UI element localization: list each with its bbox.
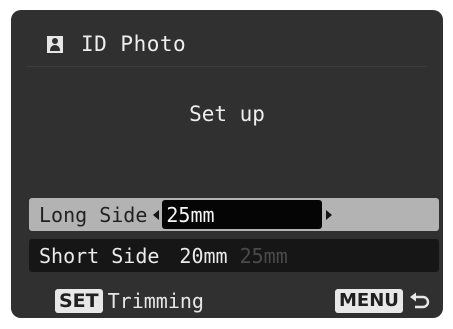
header-divider: [27, 66, 427, 67]
decrease-arrow-icon[interactable]: [153, 209, 160, 220]
trimming-label: Trimming: [107, 289, 204, 313]
short-side-label: Short Side: [39, 243, 160, 268]
short-side-row[interactable]: Short Side 20mm 25mm: [29, 239, 439, 272]
short-side-value: 20mm: [179, 243, 228, 268]
increase-arrow-icon[interactable]: [326, 209, 333, 220]
page-title: ID Photo: [81, 32, 187, 56]
set-button[interactable]: SET: [55, 289, 103, 313]
menu-button[interactable]: MENU: [335, 289, 403, 313]
header: ID Photo: [47, 31, 186, 57]
set-trimming-control[interactable]: SET Trimming: [55, 289, 204, 313]
id-photo-icon: [47, 35, 63, 53]
menu-return-control[interactable]: MENU: [335, 289, 431, 313]
long-side-value-field[interactable]: 25mm: [162, 200, 323, 229]
return-arrow-icon: [409, 292, 430, 309]
camera-screen: ID Photo Set up Long Side 25mm Short Sid…: [11, 10, 443, 318]
section-subtitle: Set up: [189, 102, 265, 126]
long-side-value: 25mm: [166, 202, 215, 227]
long-side-label: Long Side: [39, 202, 148, 227]
short-side-max-hint: 25mm: [239, 243, 288, 268]
long-side-row[interactable]: Long Side 25mm: [29, 198, 439, 231]
